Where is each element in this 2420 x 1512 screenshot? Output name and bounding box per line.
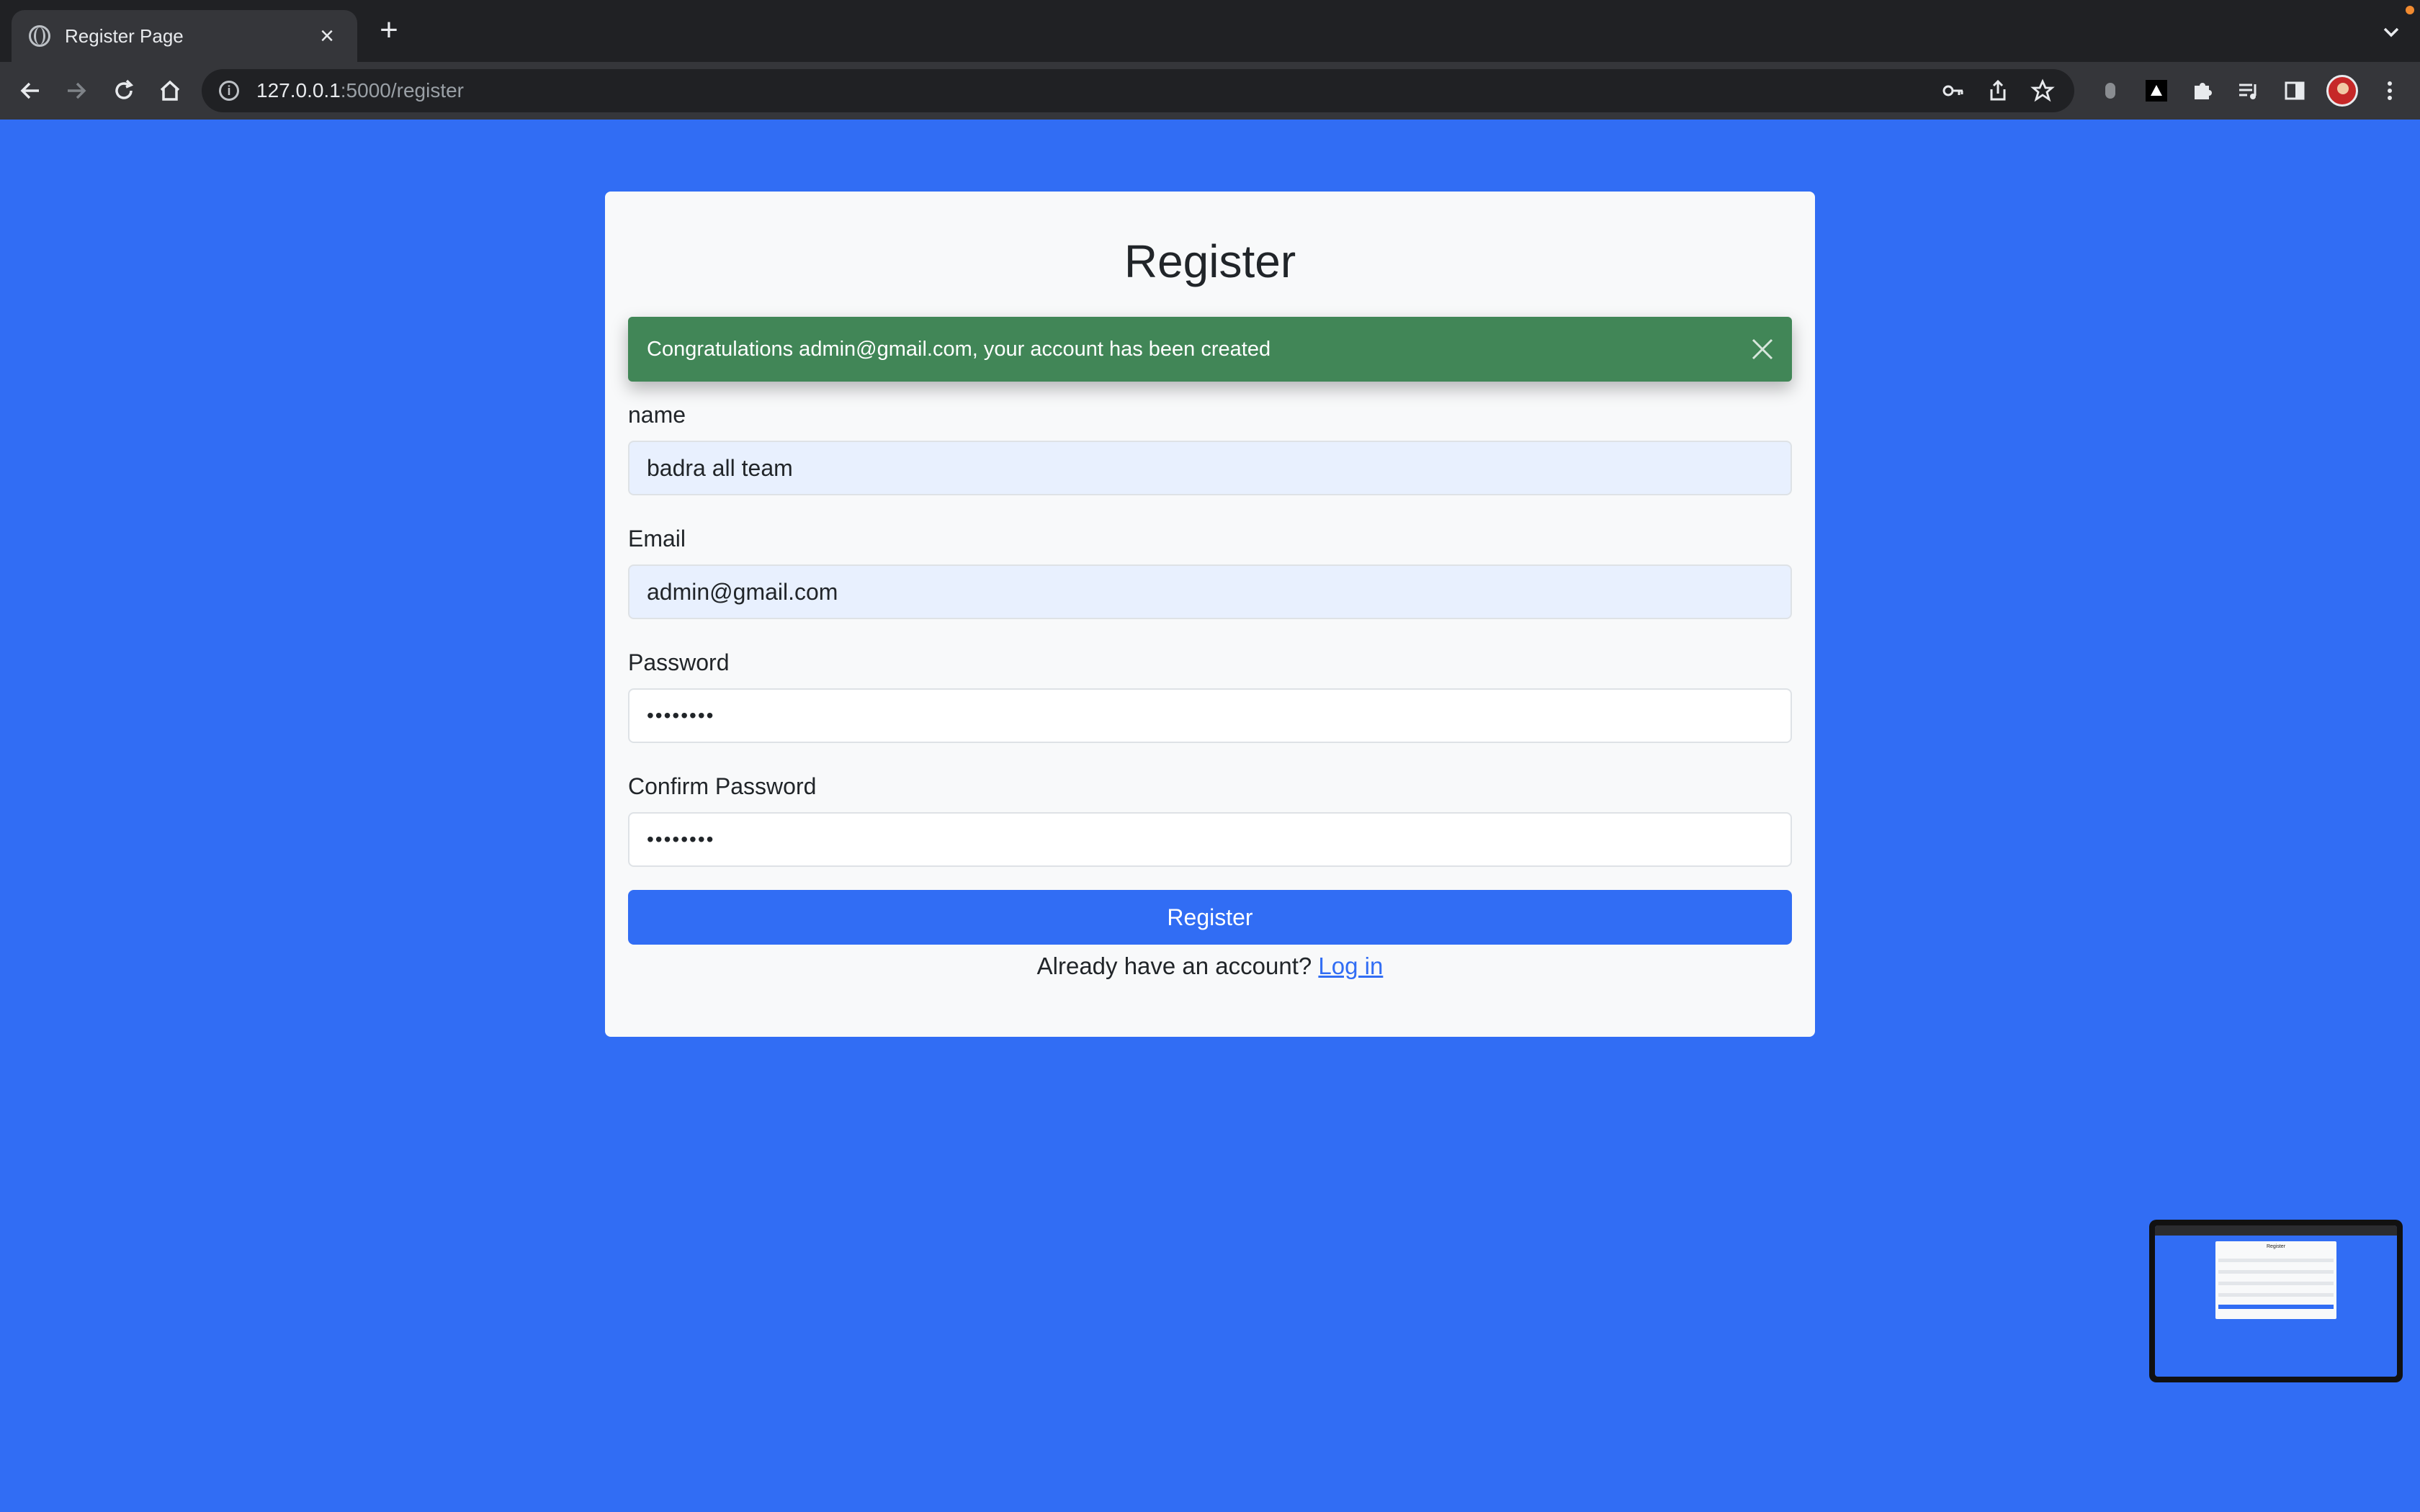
key-icon[interactable]: [1939, 76, 1968, 105]
tab-bar: Register Page × +: [0, 0, 2420, 62]
login-prompt: Already have an account? Log in: [605, 945, 1815, 988]
name-label: name: [628, 402, 686, 428]
extension-shield-icon[interactable]: [2096, 76, 2125, 105]
forward-button[interactable]: [60, 75, 92, 107]
confirm-password-label: Confirm Password: [628, 773, 817, 799]
preview-field: [2218, 1270, 2334, 1274]
star-icon[interactable]: [2028, 76, 2057, 105]
preview-field: [2218, 1282, 2334, 1285]
url-text[interactable]: 127.0.0.1:5000/register: [256, 79, 464, 102]
login-prompt-text: Already have an account?: [1036, 953, 1312, 979]
tab-register-page[interactable]: Register Page ×: [12, 10, 357, 62]
preview-button: [2218, 1305, 2334, 1309]
email-label: Email: [628, 526, 686, 552]
arrow-left-icon: [20, 82, 39, 99]
address-bar[interactable]: i 127.0.0.1:5000/register: [202, 69, 2074, 112]
home-button[interactable]: [154, 75, 186, 107]
close-tab-icon[interactable]: ×: [314, 23, 340, 49]
reload-icon: [115, 79, 134, 99]
name-field[interactable]: [628, 441, 1792, 495]
back-button[interactable]: [14, 75, 46, 107]
info-icon[interactable]: i: [219, 81, 239, 101]
preview-field: [2218, 1293, 2334, 1297]
password-field[interactable]: [628, 688, 1792, 743]
page-title: Register: [1124, 235, 1296, 287]
success-alert: Congratulations admin@gmail.com, your ac…: [628, 317, 1792, 382]
media-queue-icon[interactable]: [2234, 76, 2263, 105]
avatar[interactable]: [2326, 75, 2358, 107]
preview-card: Register: [2215, 1241, 2336, 1319]
recording-dot-icon: [2406, 6, 2414, 14]
login-link[interactable]: Log in: [1318, 953, 1383, 979]
password-label: Password: [628, 649, 730, 675]
preview-title: Register: [2266, 1244, 2286, 1249]
address-bar-actions: [1939, 76, 2057, 105]
globe-icon: [29, 25, 50, 47]
extension-icons: [2096, 75, 2404, 107]
register-card: Register Congratulations admin@gmail.com…: [605, 192, 1815, 1037]
url-path: :5000/register: [340, 79, 464, 102]
screen-preview-thumbnail[interactable]: Register: [2149, 1220, 2403, 1382]
kebab-icon[interactable]: [2375, 76, 2404, 105]
share-icon[interactable]: [1984, 76, 2012, 105]
preview-screen: Register: [2155, 1225, 2397, 1377]
browser-toolbar: i 127.0.0.1:5000/register: [0, 62, 2420, 120]
email-field[interactable]: [628, 564, 1792, 619]
chevron-down-icon[interactable]: [2378, 19, 2404, 45]
reload-button[interactable]: [108, 75, 140, 107]
side-panel-icon[interactable]: [2280, 76, 2309, 105]
confirm-password-field[interactable]: [628, 812, 1792, 867]
register-button[interactable]: Register: [628, 890, 1792, 945]
url-host: 127.0.0.1: [256, 79, 341, 102]
tab-title: Register Page: [65, 24, 184, 47]
preview-field: [2218, 1259, 2334, 1262]
extension-triangle-icon[interactable]: [2142, 76, 2171, 105]
new-tab-button[interactable]: +: [375, 14, 403, 46]
close-icon[interactable]: [1750, 337, 1775, 361]
preview-chrome: [2155, 1225, 2397, 1236]
puzzle-icon[interactable]: [2188, 76, 2217, 105]
home-icon: [160, 80, 180, 101]
alert-message: Congratulations admin@gmail.com, your ac…: [647, 337, 1271, 361]
arrow-right-icon: [68, 82, 86, 99]
